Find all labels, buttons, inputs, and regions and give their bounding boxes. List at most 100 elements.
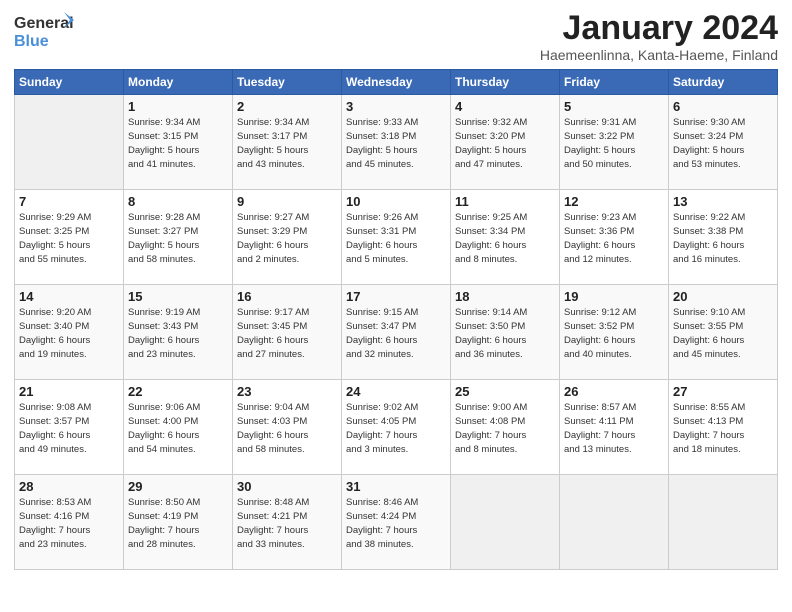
- day-info: Sunrise: 9:25 AMSunset: 3:34 PMDaylight:…: [455, 211, 555, 266]
- week-row-3: 14 Sunrise: 9:20 AMSunset: 3:40 PMDayligh…: [15, 285, 778, 380]
- page: GeneralBlue January 2024 Haemeenlinna, K…: [0, 0, 792, 612]
- day-cell: 30Sunrise: 8:48 AMSunset: 4:21 PMDayligh…: [233, 475, 342, 570]
- month-title: January 2024: [540, 10, 778, 47]
- day-number: 1: [128, 99, 228, 114]
- day-info: Sunrise: 9:34 AMSunset: 3:15 PMDaylight:…: [128, 116, 228, 171]
- week-row-1: 1 Sunrise: 9:34 AMSunset: 3:15 PMDaylight…: [15, 95, 778, 190]
- day-number: 2: [237, 99, 337, 114]
- day-cell: [15, 95, 124, 190]
- day-cell: 5 Sunrise: 9:31 AMSunset: 3:22 PMDaylight…: [560, 95, 669, 190]
- day-cell: 24Sunrise: 9:02 AMSunset: 4:05 PMDayligh…: [342, 380, 451, 475]
- week-row-4: 21 Sunrise: 9:08 AMSunset: 3:57 PMDayligh…: [15, 380, 778, 475]
- day-cell: 25Sunrise: 9:00 AMSunset: 4:08 PMDayligh…: [451, 380, 560, 475]
- col-header-friday: Friday: [560, 70, 669, 95]
- day-cell: 7 Sunrise: 9:29 AMSunset: 3:25 PMDaylight…: [15, 190, 124, 285]
- day-cell: 17 Sunrise: 9:15 AMSunset: 3:47 PMDayligh…: [342, 285, 451, 380]
- day-number: 3: [346, 99, 446, 114]
- day-info: Sunrise: 9:00 AMSunset: 4:08 PMDaylight:…: [455, 401, 555, 456]
- day-info: Sunrise: 9:14 AMSunset: 3:50 PMDaylight:…: [455, 306, 555, 361]
- day-info: Sunrise: 9:33 AMSunset: 3:18 PMDaylight:…: [346, 116, 446, 171]
- day-number: 11: [455, 194, 555, 209]
- day-info: Sunrise: 9:17 AMSunset: 3:45 PMDaylight:…: [237, 306, 337, 361]
- day-info: Sunrise: 9:28 AMSunset: 3:27 PMDaylight:…: [128, 211, 228, 266]
- day-info: Sunrise: 9:23 AMSunset: 3:36 PMDaylight:…: [564, 211, 664, 266]
- day-number: 22: [128, 384, 228, 399]
- logo-svg: GeneralBlue: [14, 10, 74, 50]
- location-subtitle: Haemeenlinna, Kanta-Haeme, Finland: [540, 47, 778, 63]
- header: GeneralBlue January 2024 Haemeenlinna, K…: [14, 10, 778, 63]
- day-info: Sunrise: 9:26 AMSunset: 3:31 PMDaylight:…: [346, 211, 446, 266]
- week-row-5: 28 Sunrise: 8:53 AMSunset: 4:16 PMDayligh…: [15, 475, 778, 570]
- day-cell: 15 Sunrise: 9:19 AMSunset: 3:43 PMDayligh…: [124, 285, 233, 380]
- day-info: Sunrise: 9:29 AMSunset: 3:25 PMDaylight:…: [19, 211, 119, 266]
- day-number: 8: [128, 194, 228, 209]
- day-info: Sunrise: 9:19 AMSunset: 3:43 PMDaylight:…: [128, 306, 228, 361]
- day-number: 13: [673, 194, 773, 209]
- day-number: 10: [346, 194, 446, 209]
- day-cell: 11 Sunrise: 9:25 AMSunset: 3:34 PMDayligh…: [451, 190, 560, 285]
- day-cell: 14 Sunrise: 9:20 AMSunset: 3:40 PMDayligh…: [15, 285, 124, 380]
- day-cell: 22Sunrise: 9:06 AMSunset: 4:00 PMDayligh…: [124, 380, 233, 475]
- day-info: Sunrise: 9:02 AMSunset: 4:05 PMDaylight:…: [346, 401, 446, 456]
- day-info: Sunrise: 9:20 AMSunset: 3:40 PMDaylight:…: [19, 306, 119, 361]
- day-cell: 13 Sunrise: 9:22 AMSunset: 3:38 PMDayligh…: [669, 190, 778, 285]
- day-number: 31: [346, 479, 446, 494]
- day-number: 15: [128, 289, 228, 304]
- svg-text:General: General: [14, 15, 74, 32]
- day-cell: 9 Sunrise: 9:27 AMSunset: 3:29 PMDaylight…: [233, 190, 342, 285]
- col-header-sunday: Sunday: [15, 70, 124, 95]
- day-info: Sunrise: 9:34 AMSunset: 3:17 PMDaylight:…: [237, 116, 337, 171]
- day-number: 9: [237, 194, 337, 209]
- svg-text:Blue: Blue: [14, 33, 49, 50]
- day-number: 27: [673, 384, 773, 399]
- day-number: 18: [455, 289, 555, 304]
- day-number: 5: [564, 99, 664, 114]
- day-info: Sunrise: 9:15 AMSunset: 3:47 PMDaylight:…: [346, 306, 446, 361]
- day-number: 28: [19, 479, 119, 494]
- day-number: 23: [237, 384, 337, 399]
- day-info: Sunrise: 8:46 AMSunset: 4:24 PMDaylight:…: [346, 496, 446, 551]
- day-number: 21: [19, 384, 119, 399]
- day-cell: [451, 475, 560, 570]
- day-cell: 2 Sunrise: 9:34 AMSunset: 3:17 PMDaylight…: [233, 95, 342, 190]
- day-cell: 27 Sunrise: 8:55 AMSunset: 4:13 PMDayligh…: [669, 380, 778, 475]
- week-row-2: 7 Sunrise: 9:29 AMSunset: 3:25 PMDaylight…: [15, 190, 778, 285]
- day-number: 6: [673, 99, 773, 114]
- day-cell: 18 Sunrise: 9:14 AMSunset: 3:50 PMDayligh…: [451, 285, 560, 380]
- day-info: Sunrise: 8:50 AMSunset: 4:19 PMDaylight:…: [128, 496, 228, 551]
- day-cell: 19Sunrise: 9:12 AMSunset: 3:52 PMDayligh…: [560, 285, 669, 380]
- day-number: 14: [19, 289, 119, 304]
- day-info: Sunrise: 8:53 AMSunset: 4:16 PMDaylight:…: [19, 496, 119, 551]
- day-cell: 6Sunrise: 9:30 AMSunset: 3:24 PMDaylight…: [669, 95, 778, 190]
- day-cell: 23Sunrise: 9:04 AMSunset: 4:03 PMDayligh…: [233, 380, 342, 475]
- day-cell: 20Sunrise: 9:10 AMSunset: 3:55 PMDayligh…: [669, 285, 778, 380]
- day-cell: 4Sunrise: 9:32 AMSunset: 3:20 PMDaylight…: [451, 95, 560, 190]
- logo: GeneralBlue: [14, 10, 74, 50]
- col-header-monday: Monday: [124, 70, 233, 95]
- day-cell: 10 Sunrise: 9:26 AMSunset: 3:31 PMDayligh…: [342, 190, 451, 285]
- day-number: 16: [237, 289, 337, 304]
- day-info: Sunrise: 9:31 AMSunset: 3:22 PMDaylight:…: [564, 116, 664, 171]
- col-header-tuesday: Tuesday: [233, 70, 342, 95]
- day-cell: 8 Sunrise: 9:28 AMSunset: 3:27 PMDaylight…: [124, 190, 233, 285]
- day-cell: 21 Sunrise: 9:08 AMSunset: 3:57 PMDayligh…: [15, 380, 124, 475]
- day-info: Sunrise: 9:32 AMSunset: 3:20 PMDaylight:…: [455, 116, 555, 171]
- day-info: Sunrise: 9:27 AMSunset: 3:29 PMDaylight:…: [237, 211, 337, 266]
- day-number: 29: [128, 479, 228, 494]
- day-number: 7: [19, 194, 119, 209]
- day-info: Sunrise: 9:10 AMSunset: 3:55 PMDaylight:…: [673, 306, 773, 361]
- title-block: January 2024 Haemeenlinna, Kanta-Haeme, …: [540, 10, 778, 63]
- col-header-wednesday: Wednesday: [342, 70, 451, 95]
- col-header-saturday: Saturday: [669, 70, 778, 95]
- day-number: 26: [564, 384, 664, 399]
- day-cell: 16 Sunrise: 9:17 AMSunset: 3:45 PMDayligh…: [233, 285, 342, 380]
- day-info: Sunrise: 9:08 AMSunset: 3:57 PMDaylight:…: [19, 401, 119, 456]
- day-cell: 31 Sunrise: 8:46 AMSunset: 4:24 PMDayligh…: [342, 475, 451, 570]
- day-cell: [560, 475, 669, 570]
- day-number: 17: [346, 289, 446, 304]
- day-cell: 28 Sunrise: 8:53 AMSunset: 4:16 PMDayligh…: [15, 475, 124, 570]
- day-cell: 12 Sunrise: 9:23 AMSunset: 3:36 PMDayligh…: [560, 190, 669, 285]
- day-info: Sunrise: 9:22 AMSunset: 3:38 PMDaylight:…: [673, 211, 773, 266]
- day-info: Sunrise: 8:55 AMSunset: 4:13 PMDaylight:…: [673, 401, 773, 456]
- day-number: 12: [564, 194, 664, 209]
